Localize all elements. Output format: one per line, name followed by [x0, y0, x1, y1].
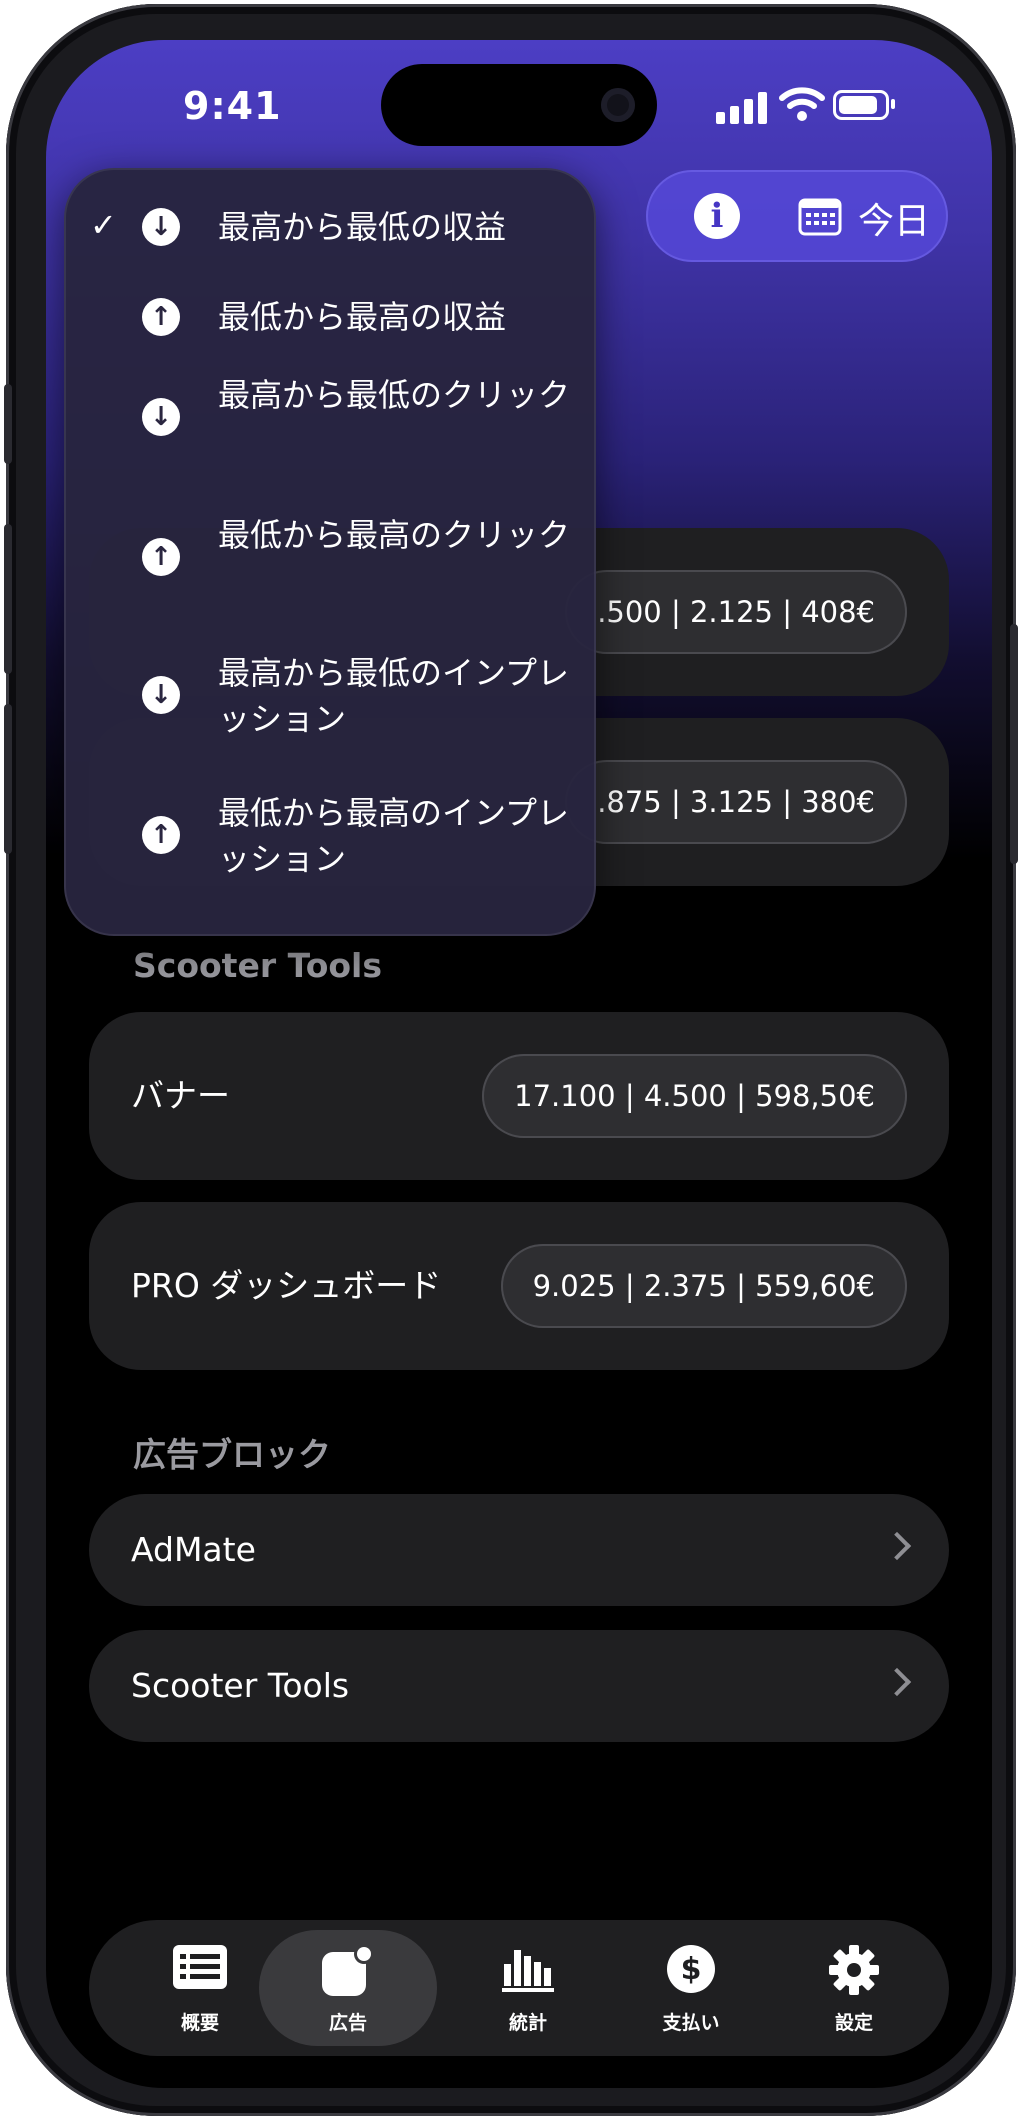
- tab-label: 支払い: [662, 2012, 720, 2034]
- mute-switch: [4, 384, 12, 464]
- tab-overview[interactable]: 概要: [125, 1920, 275, 2056]
- volume-up-button: [4, 524, 12, 674]
- ad-block-row-admate[interactable]: AdMate: [89, 1494, 949, 1606]
- calendar-icon[interactable]: [798, 196, 842, 236]
- screen: 9:41 i 今日 .500 | 2.125 | 408€ .875 | 3.1…: [46, 40, 992, 2088]
- arrow-up-circle-icon: ↑: [142, 298, 180, 336]
- tab-stats[interactable]: 統計: [453, 1920, 603, 2056]
- info-icon[interactable]: i: [694, 193, 740, 239]
- arrow-down-circle-icon: ↓: [142, 208, 180, 246]
- arrow-up-circle-icon: ↑: [142, 538, 180, 576]
- camera: [601, 88, 635, 122]
- power-button: [1010, 624, 1018, 864]
- tab-label: 概要: [180, 2012, 219, 2034]
- sort-option-label: 最低から最高のインプレッション: [218, 794, 570, 878]
- ad-badge-icon: [322, 1944, 374, 1996]
- row-label: AdMate: [131, 1530, 256, 1569]
- sort-option-impressions-desc[interactable]: ↓ 最高から最低のインプレッション: [64, 646, 596, 746]
- tab-bar: 概要 広告 統計 $ 支払い 設定: [89, 1920, 949, 2056]
- sort-option-label: 最高から最低の収益: [218, 208, 507, 246]
- ad-card-banner[interactable]: バナー 17.100 | 4.500 | 598,50€: [89, 1012, 949, 1180]
- tab-settings[interactable]: 設定: [779, 1920, 929, 2056]
- section-title-ad-blocks: 広告ブロック: [133, 1435, 331, 1474]
- bar-chart-icon: [502, 1950, 554, 1992]
- card-label: バナー: [131, 1076, 230, 1115]
- status-time: 9:41: [183, 84, 282, 128]
- gear-icon: [829, 1945, 879, 1995]
- svg-text:$: $: [681, 1952, 702, 1987]
- today-button[interactable]: 今日: [858, 192, 930, 244]
- chevron-right-icon: [882, 1667, 912, 1697]
- chevron-right-icon: [882, 1531, 912, 1561]
- status-bar: 9:41: [46, 40, 992, 170]
- dynamic-island: [381, 64, 657, 146]
- section-title-scooter-tools: Scooter Tools: [133, 946, 383, 985]
- sort-option-label: 最低から最高の収益: [218, 298, 507, 336]
- tab-label: 広告: [328, 2012, 367, 2034]
- sort-option-impressions-asc[interactable]: ↑ 最低から最高のインプレッション: [64, 786, 596, 886]
- phone-frame: 9:41 i 今日 .500 | 2.125 | 408€ .875 | 3.1…: [4, 4, 1018, 2116]
- stats-pill: 9.025 | 2.375 | 559,60€: [500, 1244, 907, 1328]
- sort-option-label: 最高から最低のクリック: [218, 376, 571, 414]
- stats-pill: .500 | 2.125 | 408€: [565, 570, 907, 654]
- tab-ads[interactable]: 広告: [259, 1930, 437, 2046]
- sort-option-revenue-asc[interactable]: ↑ 最低から最高の収益: [64, 288, 596, 348]
- wifi-icon: [779, 87, 825, 121]
- card-label: PRO ダッシュボード: [131, 1266, 442, 1305]
- row-label: Scooter Tools: [131, 1666, 350, 1705]
- top-actions: i 今日: [646, 170, 948, 262]
- sort-option-revenue-desc[interactable]: ✓ ↓ 最高から最低の収益: [64, 198, 596, 258]
- arrow-down-circle-icon: ↓: [142, 676, 180, 714]
- list-icon: [173, 1945, 227, 1989]
- arrow-down-circle-icon: ↓: [142, 398, 180, 436]
- stats-pill: .875 | 3.125 | 380€: [565, 760, 907, 844]
- sort-option-label: 最低から最高のクリック: [218, 516, 571, 554]
- battery-icon: [833, 90, 895, 120]
- arrow-up-circle-icon: ↑: [142, 816, 180, 854]
- ad-block-row-scooter-tools[interactable]: Scooter Tools: [89, 1630, 949, 1742]
- dollar-icon: $: [667, 1945, 715, 1993]
- tab-payments[interactable]: $ 支払い: [616, 1920, 766, 2056]
- sort-option-label: 最高から最低のインプレッション: [218, 654, 570, 738]
- ad-card-pro-dashboard[interactable]: PRO ダッシュボード 9.025 | 2.375 | 559,60€: [89, 1202, 949, 1370]
- sort-menu: ✓ ↓ 最高から最低の収益 ↑ 最低から最高の収益 ↓ 最高から最低のクリック …: [64, 168, 596, 936]
- sort-option-clicks-desc[interactable]: ↓ 最高から最低のクリック: [64, 368, 596, 468]
- cellular-signal-icon: [716, 90, 768, 124]
- tab-label: 設定: [834, 2012, 873, 2034]
- volume-down-button: [4, 704, 12, 854]
- tab-label: 統計: [508, 2012, 547, 2034]
- checkmark-icon: ✓: [90, 206, 117, 244]
- sort-option-clicks-asc[interactable]: ↑ 最低から最高のクリック: [64, 508, 596, 608]
- stats-pill: 17.100 | 4.500 | 598,50€: [482, 1054, 907, 1138]
